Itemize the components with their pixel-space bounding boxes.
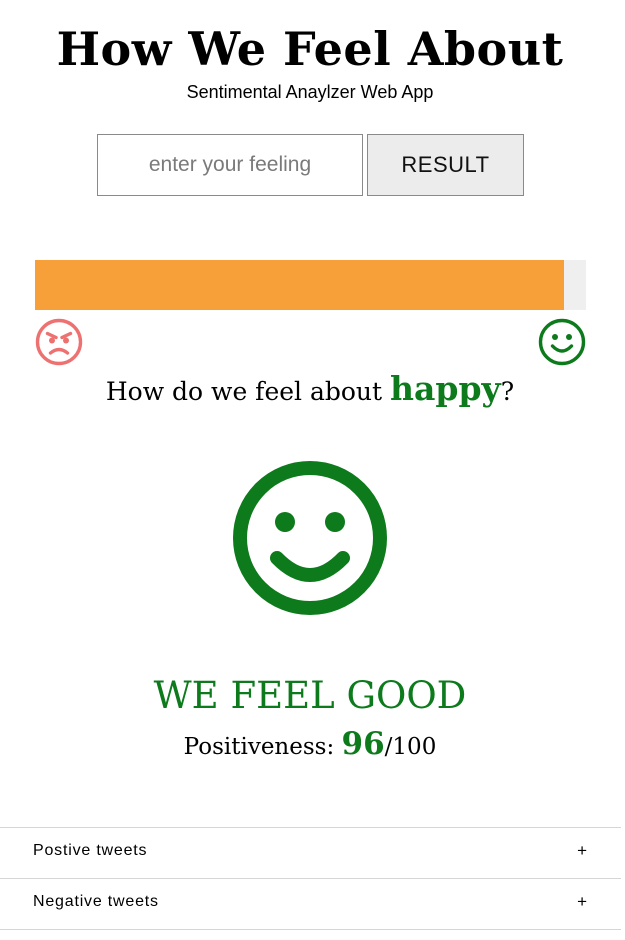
score-value: 96 (341, 726, 385, 762)
feeling-input[interactable] (97, 134, 363, 196)
page-subtitle: Sentimental Anaylzer Web App (186, 82, 434, 102)
verdict-text: WE FEEL GOOD (153, 674, 467, 717)
angry-face-icon (35, 318, 83, 366)
sentiment-bar-fill (35, 260, 564, 310)
expand-plus-icon[interactable]: + (577, 892, 587, 912)
negative-tweets-accordion[interactable]: Negative tweets + (0, 878, 621, 930)
sentiment-question: How do we feel about happy? (0, 368, 620, 413)
positiveness-score: Positiveness: 96/100 (0, 724, 620, 767)
score-label: Positiveness: (183, 734, 342, 760)
expand-plus-icon[interactable]: + (577, 841, 587, 861)
smiley-face-icon (233, 461, 387, 615)
question-keyword: happy (390, 369, 501, 408)
question-suffix: ? (500, 377, 515, 406)
score-max: /100 (384, 734, 437, 760)
result-button[interactable]: RESULT (367, 134, 524, 196)
positive-tweets-accordion[interactable]: Postive tweets + (0, 827, 621, 877)
smiley-face-icon (538, 318, 586, 366)
question-prefix: How do we feel about (105, 377, 391, 406)
accordion-label: Negative tweets (33, 893, 159, 910)
sentiment-bar (35, 260, 586, 310)
accordion-label: Postive tweets (33, 842, 148, 859)
page-title: How We Feel About (56, 22, 564, 76)
